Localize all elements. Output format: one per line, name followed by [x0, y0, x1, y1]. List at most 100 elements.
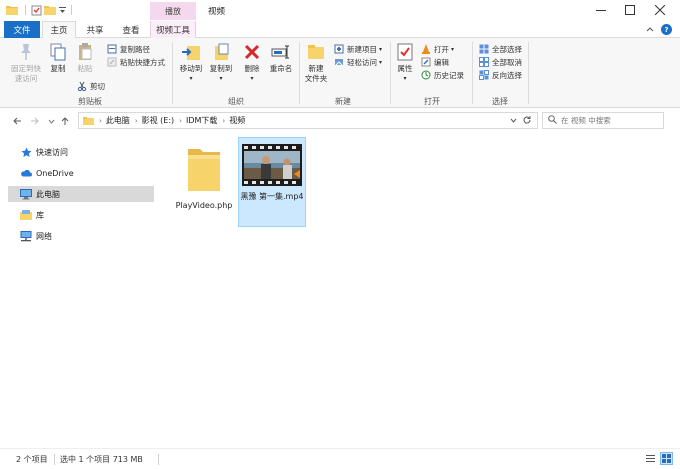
contextual-tab-header: 播放: [150, 2, 196, 20]
paste-shortcut-button[interactable]: 粘贴快捷方式: [106, 56, 165, 68]
copy-to-icon: [210, 41, 232, 63]
tab-file[interactable]: 文件: [4, 21, 40, 38]
select-all-icon: [478, 44, 489, 55]
edit-button[interactable]: 编辑: [420, 56, 449, 68]
cut-button[interactable]: 剪切: [76, 80, 105, 92]
invert-selection-icon: [478, 70, 489, 81]
status-selected: 选中 1 个项目 713 MB: [60, 455, 143, 464]
dropdown-arrow-icon: ▾: [379, 45, 383, 53]
dropdown-arrow-icon: ▾: [379, 58, 383, 66]
pin-icon: [15, 41, 37, 63]
close-button[interactable]: [645, 0, 675, 20]
back-button[interactable]: [10, 114, 24, 128]
ribbon: 固定到快 速访问 复制 粘贴 复制路径 粘贴快捷方式 剪切 剪贴板 移动到 ▾: [0, 38, 680, 108]
search-icon: [548, 115, 557, 126]
copy-path-button[interactable]: 复制路径: [106, 43, 150, 55]
breadcrumb-drive-e[interactable]: 影视 (E:): [142, 115, 175, 126]
group-separator: [172, 42, 173, 104]
new-item-icon: [333, 44, 344, 55]
nav-item-this-pc[interactable]: 此电脑: [8, 186, 154, 202]
group-label-new: 新建: [335, 97, 351, 106]
vlc-cone-icon: [420, 44, 431, 55]
open-button[interactable]: 打开 ▾: [420, 43, 454, 55]
select-none-icon: [478, 57, 489, 68]
pin-to-quick-access-button[interactable]: 固定到快 速访问: [8, 41, 44, 84]
group-label-clipboard: 剪贴板: [78, 97, 102, 106]
new-folder-quick-icon[interactable]: [44, 4, 56, 16]
file-list: PlayVideo.php 黑豫 第一集.mp4: [158, 134, 672, 444]
select-all-button[interactable]: 全部选择: [478, 43, 522, 55]
breadcrumb-this-pc[interactable]: 此电脑: [106, 115, 130, 126]
network-icon: [20, 230, 32, 242]
tab-home[interactable]: 主页: [42, 21, 76, 39]
new-folder-icon: [305, 41, 327, 63]
address-dropdown-icon[interactable]: [510, 116, 517, 125]
properties-quick-icon[interactable]: [30, 4, 42, 16]
nav-item-network[interactable]: 网络: [8, 228, 154, 244]
star-icon: [20, 146, 32, 158]
nav-item-onedrive[interactable]: OneDrive: [8, 165, 154, 181]
file-item-video[interactable]: 黑豫 第一集.mp4: [238, 137, 306, 227]
forward-button[interactable]: [28, 114, 42, 128]
nav-item-quick-access[interactable]: 快速访问: [8, 144, 154, 160]
maximize-button[interactable]: [615, 0, 645, 20]
status-divider: [54, 454, 55, 465]
copy-label: 复制: [50, 64, 66, 73]
move-to-button[interactable]: 移动到 ▾: [177, 41, 205, 84]
tab-share[interactable]: 共享: [80, 21, 110, 38]
history-icon: [420, 70, 431, 81]
breadcrumb-videos[interactable]: 视频: [229, 115, 245, 126]
group-separator: [528, 42, 529, 104]
history-button[interactable]: 历史记录: [420, 69, 464, 81]
dropdown-arrow-icon: ▾: [189, 75, 193, 82]
copy-icon: [47, 41, 69, 63]
navigation-pane: 快速访问 OneDrive 此电脑 库 网络: [0, 134, 158, 444]
address-bar[interactable]: › 此电脑 › 影视 (E:) › IDM下载 › 视频: [78, 112, 538, 129]
separator-icon: [70, 4, 74, 16]
dropdown-arrow-icon: ▾: [250, 75, 254, 82]
group-label-open: 打开: [424, 97, 440, 106]
search-box[interactable]: [542, 112, 664, 129]
delete-button[interactable]: 删除 ▾: [240, 41, 264, 84]
window-title: 视频: [208, 7, 226, 17]
paste-label: 粘贴: [77, 64, 93, 73]
select-none-button[interactable]: 全部取消: [478, 56, 522, 68]
refresh-icon[interactable]: [522, 115, 532, 127]
breadcrumb-idm-downloads[interactable]: IDM下载: [186, 115, 217, 126]
tab-video-tools[interactable]: 视频工具: [150, 21, 196, 38]
chevron-right-icon: ›: [222, 116, 226, 125]
group-separator: [299, 42, 300, 104]
properties-button[interactable]: 属性 ▾: [394, 41, 416, 84]
customize-quick-access-icon[interactable]: [58, 4, 66, 16]
invert-selection-button[interactable]: 反向选择: [478, 69, 522, 81]
move-to-icon: [180, 41, 202, 63]
folder-icon: [83, 116, 94, 125]
scissors-icon: [76, 81, 87, 92]
library-icon: [20, 209, 32, 221]
recent-locations-button[interactable]: [44, 114, 58, 128]
copy-to-button[interactable]: 复制到 ▾: [207, 41, 235, 84]
help-icon[interactable]: ?: [661, 24, 672, 35]
easy-access-button[interactable]: 轻松访问 ▾: [333, 56, 382, 68]
collapse-ribbon-icon[interactable]: [646, 25, 654, 34]
copy-button[interactable]: 复制: [46, 41, 70, 74]
title-bar: 播放 视频: [0, 0, 680, 21]
group-label-select: 选择: [492, 97, 508, 106]
minimize-button[interactable]: [586, 0, 616, 20]
details-view-button[interactable]: [644, 452, 657, 465]
tab-view[interactable]: 查看: [114, 21, 148, 38]
rename-button[interactable]: 重命名: [266, 41, 296, 74]
dropdown-arrow-icon: ▾: [219, 75, 223, 82]
new-folder-button[interactable]: 新建 文件夹: [302, 41, 330, 84]
up-button[interactable]: [58, 114, 72, 128]
pin-label: 固定到快 速访问: [11, 64, 41, 83]
paste-button[interactable]: 粘贴: [72, 41, 98, 74]
file-item-folder[interactable]: PlayVideo.php: [170, 137, 238, 227]
nav-item-libraries[interactable]: 库: [8, 207, 154, 223]
new-item-button[interactable]: 新建项目 ▾: [333, 43, 382, 55]
chevron-right-icon: ›: [99, 116, 102, 125]
large-icons-view-button[interactable]: [660, 452, 673, 465]
group-separator: [472, 42, 473, 104]
group-separator: [390, 42, 391, 104]
search-input[interactable]: [561, 116, 661, 125]
